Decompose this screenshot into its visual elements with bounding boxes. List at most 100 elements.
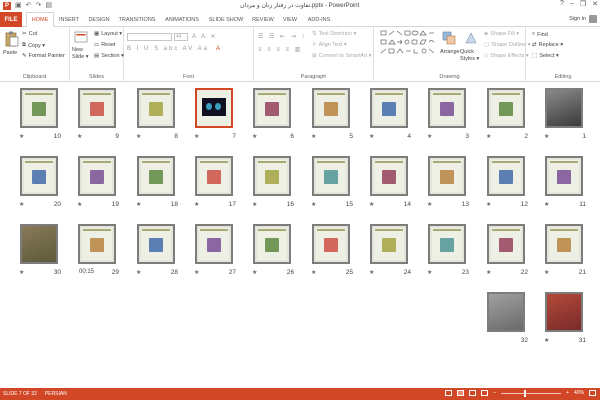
slide-thumbnail-8[interactable] <box>137 88 175 128</box>
slide-thumbnail-19[interactable] <box>78 156 116 196</box>
slide-thumbnail-25[interactable] <box>312 224 350 264</box>
minimize-icon[interactable]: – <box>570 0 574 8</box>
paste-button[interactable]: Paste <box>3 50 17 56</box>
start-from-beginning-icon[interactable]: ▤ <box>45 2 52 10</box>
slide-thumbnail-15[interactable] <box>312 156 350 196</box>
slide-thumbnail-26[interactable] <box>253 224 291 264</box>
select-button[interactable]: ⬚ Select ▾ <box>532 53 559 59</box>
slide-thumbnail-10[interactable] <box>20 88 58 128</box>
slide-thumbnail-1[interactable] <box>545 88 583 128</box>
sign-in-link[interactable]: Sign in <box>569 16 586 22</box>
slide-thumbnail-12[interactable] <box>487 156 525 196</box>
zoom-slider-thumb[interactable] <box>524 389 527 397</box>
help-icon[interactable]: ? <box>560 0 564 8</box>
slide-thumbnail-17[interactable] <box>195 156 233 196</box>
transition-star-icon[interactable]: ★ <box>311 133 316 140</box>
slide-thumbnail-6[interactable] <box>253 88 291 128</box>
transition-star-icon[interactable]: ★ <box>136 133 141 140</box>
transition-star-icon[interactable]: ★ <box>544 133 549 140</box>
layout-button[interactable]: ▦ Layout ▾ <box>94 31 122 37</box>
font-grow-shrink-icons[interactable]: A A ✕ <box>192 33 217 40</box>
transition-star-icon[interactable]: ★ <box>427 201 432 208</box>
tab-insert[interactable]: INSERT <box>57 12 81 27</box>
normal-view-icon[interactable] <box>445 390 453 396</box>
tab-design[interactable]: DESIGN <box>86 12 112 27</box>
transition-star-icon[interactable]: ★ <box>252 201 257 208</box>
zoom-slider[interactable] <box>501 389 562 397</box>
transition-star-icon[interactable]: ★ <box>77 133 82 140</box>
tab-home[interactable]: HOME <box>26 12 54 28</box>
reset-button[interactable]: ▭ Reset <box>94 42 116 48</box>
tab-slide-show[interactable]: SLIDE SHOW <box>208 12 244 27</box>
transition-star-icon[interactable]: ★ <box>486 133 491 140</box>
redo-icon[interactable]: ↷ <box>36 2 42 10</box>
tab-transitions[interactable]: TRANSITIONS <box>117 12 157 27</box>
slide-thumbnail-5[interactable] <box>312 88 350 128</box>
transition-star-icon[interactable]: ★ <box>486 269 491 276</box>
font-name-select[interactable] <box>127 33 172 41</box>
copy-button[interactable]: ⧉ Copy ▾ <box>22 42 45 49</box>
transition-star-icon[interactable]: ★ <box>427 133 432 140</box>
transition-star-icon[interactable]: ★ <box>369 133 374 140</box>
tab-add-ins[interactable]: ADD-INS <box>304 12 334 27</box>
powerpoint-app-icon[interactable]: P <box>3 2 11 10</box>
slide-thumbnail-11[interactable] <box>545 156 583 196</box>
tab-view[interactable]: VIEW <box>280 12 300 27</box>
zoom-in-icon[interactable]: + <box>566 390 569 396</box>
slide-thumbnail-14[interactable] <box>370 156 408 196</box>
transition-star-icon[interactable]: ★ <box>544 337 549 344</box>
restore-icon[interactable]: ❐ <box>580 0 586 8</box>
language-label[interactable]: PERSIAN <box>45 391 67 397</box>
arrange-button[interactable]: Arrange <box>440 49 460 55</box>
undo-icon[interactable]: ↶ <box>26 2 32 10</box>
cut-button[interactable]: ✂ Cut <box>22 31 37 37</box>
slide-thumbnail-32[interactable] <box>487 292 525 332</box>
replace-button[interactable]: ⇄ Replace ▾ <box>532 42 563 48</box>
slide-thumbnail-3[interactable] <box>428 88 466 128</box>
transition-star-icon[interactable]: ★ <box>194 201 199 208</box>
tab-animations[interactable]: ANIMATIONS <box>163 12 201 27</box>
transition-star-icon[interactable]: ★ <box>194 133 199 140</box>
transition-star-icon[interactable]: ★ <box>194 269 199 276</box>
avatar[interactable] <box>589 15 597 23</box>
slide-show-view-icon[interactable] <box>481 390 489 396</box>
transition-star-icon[interactable]: ★ <box>77 201 82 208</box>
transition-star-icon[interactable]: ★ <box>19 201 24 208</box>
slide-thumbnail-7[interactable] <box>194 87 234 129</box>
zoom-out-icon[interactable]: – <box>493 390 496 396</box>
slide-thumbnail-20[interactable] <box>20 156 58 196</box>
transition-star-icon[interactable]: ★ <box>252 269 257 276</box>
slide-thumbnail-16[interactable] <box>253 156 291 196</box>
reading-view-icon[interactable] <box>469 390 477 396</box>
tab-file[interactable]: FILE <box>0 12 22 27</box>
zoom-level[interactable]: 40% <box>574 390 584 396</box>
shapes-gallery[interactable] <box>380 30 436 58</box>
close-icon[interactable]: ✕ <box>592 0 598 8</box>
slide-thumbnail-31[interactable] <box>545 292 583 332</box>
arrange-icon[interactable] <box>442 31 456 47</box>
save-icon[interactable]: ▣ <box>15 2 22 10</box>
slide-thumbnail-29[interactable] <box>78 224 116 264</box>
font-format-buttons[interactable]: B I U S abc AV Aa <box>127 46 209 52</box>
slide-thumbnail-21[interactable] <box>545 224 583 264</box>
slide-thumbnail-24[interactable] <box>370 224 408 264</box>
slide-thumbnail-9[interactable] <box>78 88 116 128</box>
transition-star-icon[interactable]: ★ <box>486 201 491 208</box>
find-button[interactable]: ⌕ Find <box>532 31 548 38</box>
quick-styles-icon[interactable] <box>464 31 478 47</box>
slide-thumbnail-30[interactable] <box>20 224 58 264</box>
slide-thumbnail-2[interactable] <box>487 88 525 128</box>
section-button[interactable]: ▤ Section ▾ <box>94 53 124 59</box>
slide-thumbnail-23[interactable] <box>428 224 466 264</box>
transition-star-icon[interactable]: ★ <box>19 269 24 276</box>
slide-sorter-view-icon[interactable] <box>457 390 465 396</box>
transition-star-icon[interactable]: ★ <box>311 269 316 276</box>
tab-review[interactable]: REVIEW <box>250 12 276 27</box>
transition-star-icon[interactable]: ★ <box>369 269 374 276</box>
new-slide-icon[interactable] <box>74 30 88 46</box>
transition-star-icon[interactable]: ★ <box>136 201 141 208</box>
transition-star-icon[interactable]: ★ <box>252 133 257 140</box>
fit-slide-icon[interactable] <box>589 390 596 396</box>
format-painter-button[interactable]: ✎ Format Painter <box>22 53 65 59</box>
new-slide-button[interactable]: New Slide ▾ <box>72 47 92 61</box>
